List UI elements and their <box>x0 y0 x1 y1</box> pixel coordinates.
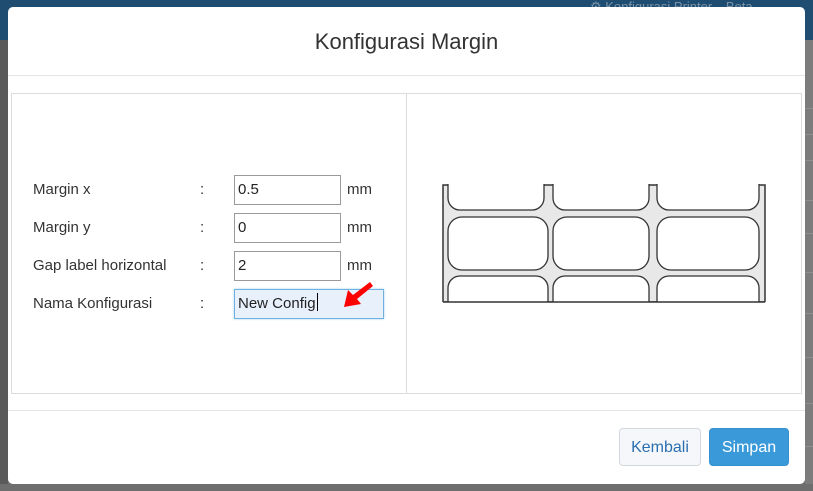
config-name-label: Nama Konfigurasi <box>33 295 153 312</box>
gap-horizontal-input[interactable]: 2 <box>234 251 341 281</box>
modal-footer: Kembali Simpan <box>8 410 805 485</box>
background-row-line <box>805 134 813 135</box>
body-divider <box>406 94 407 393</box>
background-row-line <box>805 446 813 447</box>
margin-x-unit: mm <box>347 181 372 198</box>
gap-horizontal-label: Gap label horizontal <box>33 257 167 274</box>
background-row-line <box>805 160 813 161</box>
background-left-strip <box>0 40 8 491</box>
margin-x-row: Margin x : 0.5 mm <box>12 175 406 205</box>
gap-horizontal-colon: : <box>200 257 205 274</box>
margin-y-input[interactable]: 0 <box>234 213 341 243</box>
margin-y-label: Margin y <box>33 219 91 236</box>
back-button[interactable]: Kembali <box>619 428 701 466</box>
modal-body: Margin x : 0.5 mm Margin y : 0 mm Gap la… <box>11 93 802 394</box>
background-row-line <box>805 313 813 314</box>
modal-title: Konfigurasi Margin <box>314 29 499 54</box>
background-row-line <box>805 200 813 201</box>
background-row-line <box>805 233 813 234</box>
gap-horizontal-unit: mm <box>347 257 372 274</box>
background-row-line <box>805 357 813 358</box>
label-sheet-icon <box>442 184 766 304</box>
margin-x-label: Margin x <box>33 181 91 198</box>
margin-y-unit: mm <box>347 219 372 236</box>
background-row-line <box>805 403 813 404</box>
margin-x-colon: : <box>200 181 205 198</box>
modal-header: Konfigurasi Margin <box>8 7 805 76</box>
margin-x-input[interactable]: 0.5 <box>234 175 341 205</box>
margin-y-row: Margin y : 0 mm <box>12 213 406 243</box>
config-name-colon: : <box>200 295 205 312</box>
gap-horizontal-row: Gap label horizontal : 2 mm <box>12 251 406 281</box>
margin-config-modal: Konfigurasi Margin Margin x : 0.5 mm Mar… <box>8 7 805 484</box>
save-button[interactable]: Simpan <box>709 428 789 466</box>
margin-y-colon: : <box>200 219 205 236</box>
config-name-value: New Config <box>238 295 316 312</box>
text-caret <box>316 293 318 311</box>
background-row-line <box>805 108 813 109</box>
background-bottom-strip <box>0 484 813 491</box>
background-row-line <box>805 272 813 273</box>
red-arrow-icon <box>344 282 373 307</box>
